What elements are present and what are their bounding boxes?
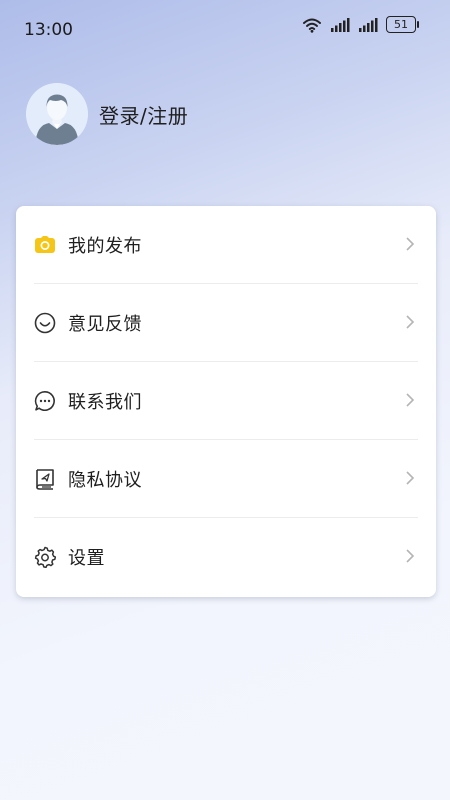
- document-icon: [34, 468, 56, 490]
- login-register-button[interactable]: 登录/注册: [26, 83, 188, 145]
- chevron-right-icon: [406, 549, 415, 563]
- signal-icon: [359, 17, 378, 32]
- menu-item-settings[interactable]: 设置: [16, 518, 436, 596]
- signal-icon: [331, 17, 350, 32]
- status-bar: 13:00 51: [0, 0, 450, 56]
- smile-icon: [34, 312, 56, 334]
- login-register-label: 登录/注册: [99, 103, 189, 128]
- menu-item-feedback[interactable]: 意见反馈: [16, 284, 436, 362]
- camera-icon: [34, 234, 56, 256]
- chevron-right-icon: [406, 315, 415, 329]
- menu-item-label: 我的发布: [68, 236, 142, 257]
- status-icons: 51: [302, 16, 419, 33]
- chat-bubble-icon: [34, 390, 56, 412]
- menu-item-my-posts[interactable]: 我的发布: [16, 206, 436, 284]
- status-time: 13:00: [24, 20, 73, 40]
- menu-card: 我的发布 意见反馈 联系我们 隐私协议 设置: [16, 206, 436, 597]
- chevron-right-icon: [406, 393, 415, 407]
- battery-icon: 51: [386, 16, 419, 33]
- chevron-right-icon: [406, 471, 415, 485]
- user-avatar-icon[interactable]: [26, 83, 88, 145]
- menu-item-label: 联系我们: [68, 392, 142, 413]
- wifi-icon: [303, 18, 321, 33]
- menu-item-label: 设置: [68, 548, 105, 569]
- menu-item-contact-us[interactable]: 联系我们: [16, 362, 436, 440]
- menu-item-label: 隐私协议: [68, 470, 142, 491]
- menu-item-label: 意见反馈: [68, 314, 142, 335]
- chevron-right-icon: [406, 237, 415, 251]
- menu-item-privacy-policy[interactable]: 隐私协议: [16, 440, 436, 518]
- gear-icon: [34, 546, 56, 568]
